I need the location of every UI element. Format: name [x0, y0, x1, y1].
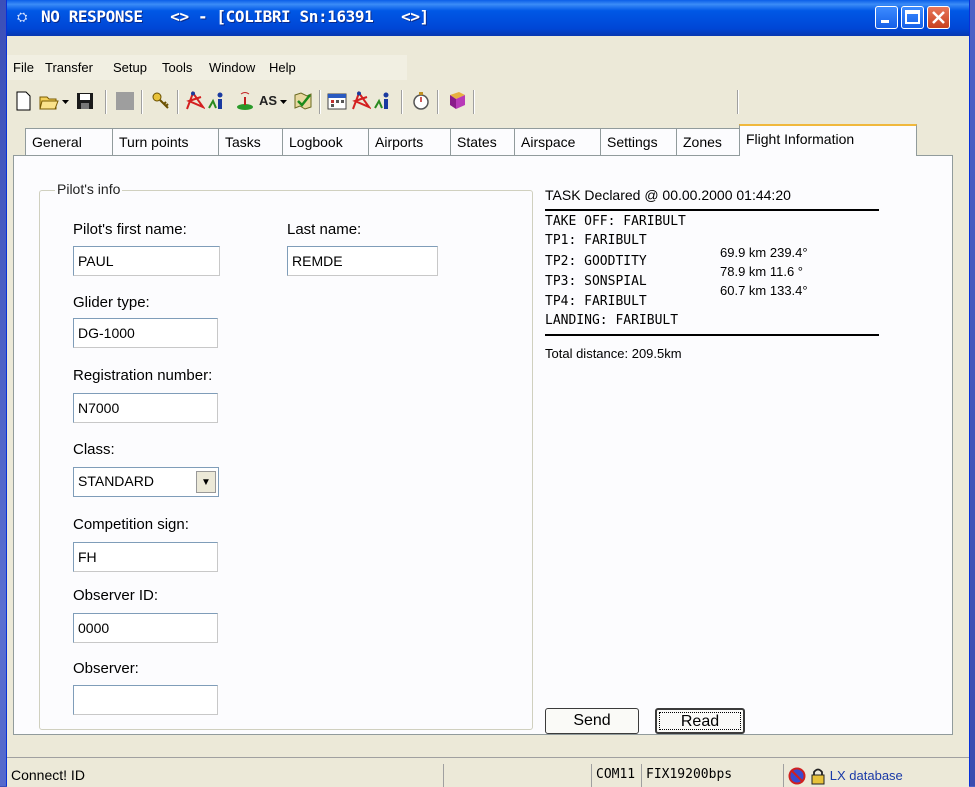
- competition-sign-field[interactable]: [73, 542, 218, 572]
- padlock-icon: [811, 768, 825, 785]
- toolbar-separator: [319, 90, 321, 114]
- observer-id-field[interactable]: [73, 613, 218, 643]
- menu-tools[interactable]: Tools: [162, 60, 192, 75]
- task-point: TAKE OFF: FARIBULT: [545, 214, 686, 229]
- menu-help[interactable]: Help: [269, 60, 296, 75]
- tab-settings[interactable]: Settings: [600, 128, 677, 155]
- tab-turn-points[interactable]: Turn points: [112, 128, 219, 155]
- status-baud: FIX19200bps: [641, 764, 732, 787]
- app-icon: ⛭: [17, 9, 28, 24]
- tab-general[interactable]: General: [25, 128, 113, 155]
- menu-file[interactable]: File: [13, 60, 34, 75]
- info-icon[interactable]: [207, 91, 227, 111]
- observer-id-label: Observer ID:: [73, 587, 159, 604]
- window-title: NO RESPONSE <> - [COLIBRI Sn:16391 <>]: [41, 7, 429, 26]
- class-label: Class:: [73, 441, 115, 458]
- flight-track-icon[interactable]: [351, 91, 371, 111]
- task-rule-top: [545, 209, 879, 211]
- task-point: LANDING: FARIBULT: [545, 313, 679, 328]
- flight-track-icon[interactable]: [185, 91, 205, 111]
- no-nav-icon: [788, 767, 806, 785]
- status-bar: Connect! ID COM11 FIX19200bps LX databas…: [7, 757, 969, 787]
- open-folder-icon[interactable]: [39, 91, 59, 111]
- tab-airports[interactable]: Airports: [368, 128, 451, 155]
- toolbar: AS: [13, 83, 753, 119]
- close-button[interactable]: [927, 6, 950, 29]
- stop-square-icon[interactable]: [115, 91, 135, 111]
- toolbar-separator: [401, 90, 403, 114]
- status-empty: [443, 764, 588, 787]
- class-select[interactable]: STANDARD ▼: [73, 467, 219, 497]
- observer-label: Observer:: [73, 660, 139, 677]
- key-icon[interactable]: [151, 91, 171, 111]
- tab-logbook[interactable]: Logbook: [282, 128, 369, 155]
- toolbar-separator: [437, 90, 439, 114]
- first-name-field[interactable]: [73, 246, 220, 276]
- status-database-panel: LX database: [783, 764, 964, 787]
- status-database: LX database: [829, 768, 903, 783]
- toolbar-separator: [177, 90, 179, 114]
- toolbar-separator: [473, 90, 475, 114]
- status-port: COM11: [591, 764, 635, 787]
- tab-airspace[interactable]: Airspace: [514, 128, 601, 155]
- map-check-icon[interactable]: [293, 91, 313, 111]
- task-rule-bottom: [545, 334, 879, 336]
- task-point: TP2: GOODTITY: [545, 254, 647, 269]
- glider-type-field[interactable]: [73, 318, 218, 348]
- observer-field[interactable]: [73, 685, 218, 715]
- new-document-icon[interactable]: [13, 91, 33, 111]
- maximize-button[interactable]: [901, 6, 924, 29]
- title-gap: [7, 36, 969, 55]
- task-declared: TASK Declared @ 00.00.2000 01:44:20: [545, 187, 791, 203]
- tab-states[interactable]: States: [450, 128, 515, 155]
- task-point: TP1: FARIBULT: [545, 233, 647, 248]
- last-name-field[interactable]: [287, 246, 438, 276]
- as-label[interactable]: AS: [259, 93, 277, 108]
- toolbar-separator: [737, 90, 739, 114]
- registration-field[interactable]: [73, 393, 218, 423]
- status-connection: Connect! ID: [11, 767, 85, 783]
- minimize-icon: [881, 20, 889, 23]
- dropdown-arrow-icon[interactable]: [279, 91, 289, 111]
- antenna-icon[interactable]: [235, 91, 255, 111]
- application-window: ⛭ NO RESPONSE <> - [COLIBRI Sn:16391 <>]…: [6, 0, 970, 787]
- last-name-label: Last name:: [287, 221, 362, 238]
- glider-type-label: Glider type:: [73, 294, 150, 311]
- first-name-label: Pilot's first name:: [73, 221, 187, 238]
- menu-transfer[interactable]: Transfer: [45, 60, 93, 75]
- calendar-icon[interactable]: [327, 91, 347, 111]
- menu-window[interactable]: Window: [209, 60, 255, 75]
- minimize-button[interactable]: [875, 6, 898, 29]
- task-point: TP4: FARIBULT: [545, 294, 647, 309]
- tab-zones[interactable]: Zones: [676, 128, 740, 155]
- pilot-info-title: Pilot's info: [55, 181, 123, 197]
- read-button[interactable]: Read: [655, 708, 745, 734]
- task-leg: 60.7 km 133.4°: [720, 283, 808, 298]
- tab-flight-information[interactable]: Flight Information: [739, 124, 917, 156]
- maximize-icon: [905, 10, 920, 24]
- task-leg: 78.9 km 11.6 °: [720, 264, 804, 279]
- total-distance: Total distance: 209.5km: [545, 346, 682, 361]
- competition-sign-label: Competition sign:: [73, 516, 189, 533]
- dropdown-arrow-icon[interactable]: [61, 91, 71, 111]
- book-icon[interactable]: [447, 91, 467, 111]
- tab-tasks[interactable]: Tasks: [218, 128, 283, 155]
- toolbar-separator: [141, 90, 143, 114]
- title-bar[interactable]: ⛭ NO RESPONSE <> - [COLIBRI Sn:16391 <>]: [7, 0, 969, 36]
- task-leg: 69.9 km 239.4°: [720, 245, 808, 260]
- close-icon: [932, 11, 945, 24]
- info-icon[interactable]: [373, 91, 393, 111]
- send-button[interactable]: Send: [545, 708, 639, 734]
- menu-setup[interactable]: Setup: [113, 60, 147, 75]
- class-select-value: STANDARD: [78, 473, 154, 489]
- chevron-down-icon[interactable]: ▼: [196, 471, 216, 493]
- stopwatch-icon[interactable]: [411, 91, 431, 111]
- toolbar-separator: [105, 90, 107, 114]
- registration-label: Registration number:: [73, 367, 213, 384]
- save-disk-icon[interactable]: [75, 91, 95, 111]
- task-point: TP3: SONSPIAL: [545, 274, 647, 289]
